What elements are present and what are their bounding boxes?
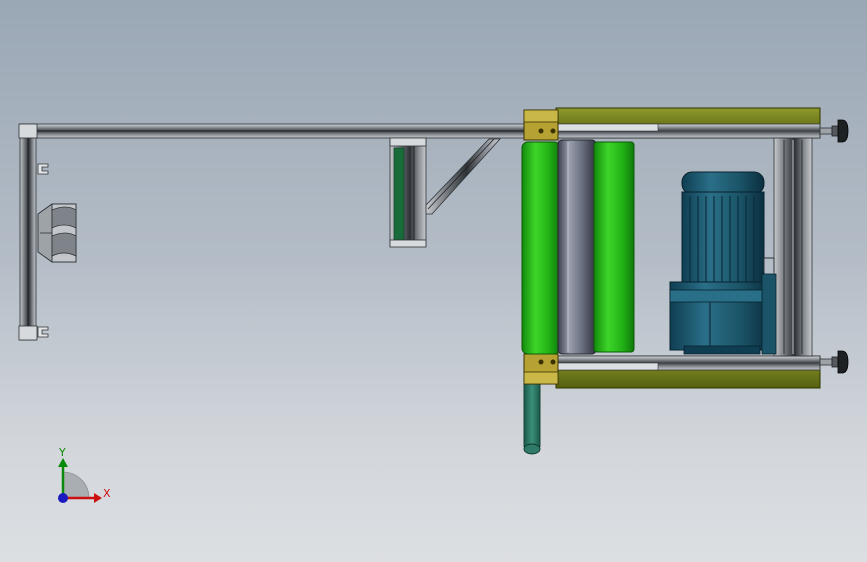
middle-hanger[interactable] (389, 137, 501, 248)
post-bottom-cap (18, 325, 38, 341)
sensor-housing[interactable] (37, 203, 77, 263)
cad-viewport[interactable]: X Y (0, 0, 867, 562)
bracket-clip-lower (37, 326, 49, 338)
leveling-foot-lower[interactable] (819, 350, 849, 374)
y-axis-label: Y (58, 446, 66, 459)
locating-pin[interactable] (523, 381, 541, 455)
bearing-block-upper[interactable] (523, 109, 559, 141)
leveling-foot-upper[interactable] (819, 119, 849, 143)
drive-drum[interactable] (557, 139, 597, 355)
motor-body (681, 191, 765, 287)
green-roller-left[interactable] (521, 141, 561, 355)
z-axis-dot (58, 493, 68, 503)
x-axis-label: X (103, 487, 111, 500)
bracket-clip-upper (37, 163, 49, 175)
bearing-block-lower[interactable] (523, 353, 559, 385)
green-roller-right[interactable] (593, 141, 635, 353)
motor-fan-cover (681, 171, 765, 195)
gear-motor[interactable] (669, 171, 777, 355)
diagonal-brace[interactable] (425, 138, 501, 215)
drive-unit[interactable] (521, 107, 849, 389)
assembly-drawing[interactable]: X Y (0, 0, 867, 562)
axis-triad: X Y (58, 446, 111, 503)
triad-quadrant (62, 471, 90, 499)
terminal-box (761, 273, 777, 355)
left-frame[interactable] (18, 123, 527, 341)
post-top-cap (18, 123, 38, 139)
